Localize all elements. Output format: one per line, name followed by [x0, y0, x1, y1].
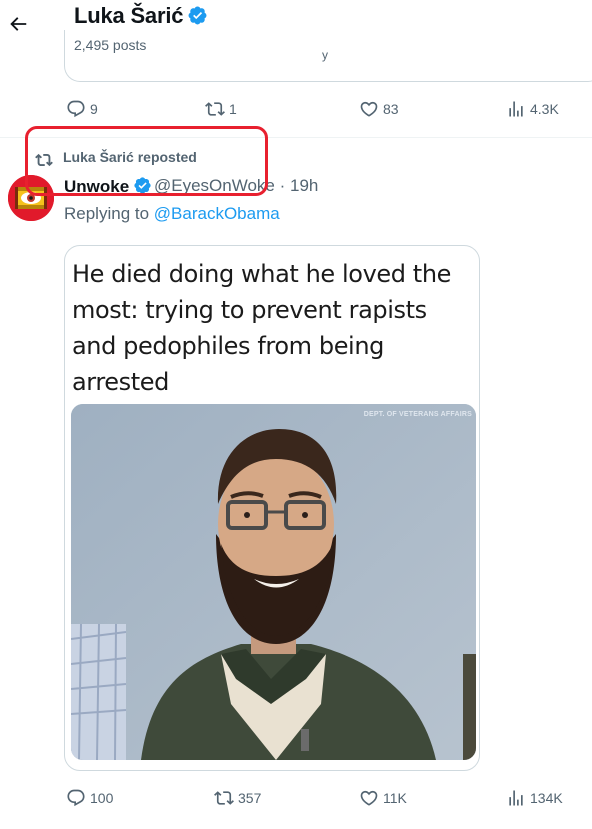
replying-to-handle-link[interactable]: @BarackObama	[154, 204, 280, 223]
reply-icon	[67, 100, 85, 118]
views-button[interactable]: 134K	[506, 788, 563, 808]
verified-badge-icon	[187, 5, 208, 32]
views-icon	[509, 101, 523, 117]
post-media[interactable]: He died doing what he loved the most: tr…	[64, 245, 480, 771]
views-button[interactable]: 4.3K	[506, 99, 559, 119]
quoted-post-text-fragment: y	[322, 48, 328, 62]
meme-caption: He died doing what he loved the most: tr…	[72, 260, 451, 396]
avatar[interactable]	[8, 175, 54, 221]
author-name-text: Unwoke	[64, 177, 130, 196]
post-photo[interactable]: DEPT. OF VETERANS AFFAIRS	[71, 404, 476, 760]
quoted-post-card[interactable]	[64, 30, 592, 82]
reply-count: 9	[90, 101, 98, 117]
repost-count: 1	[229, 101, 237, 117]
like-count: 83	[383, 101, 399, 117]
eye-logo-icon	[8, 175, 54, 221]
author-handle-time[interactable]: @EyesOnWoke · 19h	[154, 176, 318, 196]
photo-credit: DEPT. OF VETERANS AFFAIRS	[363, 411, 472, 418]
repost-button[interactable]: 1	[205, 99, 237, 119]
post-divider	[0, 137, 592, 138]
like-icon	[360, 790, 378, 806]
reply-button[interactable]: 9	[66, 99, 98, 119]
like-icon	[360, 101, 378, 117]
verified-badge-icon	[133, 176, 152, 200]
like-count: 11K	[383, 790, 407, 806]
replying-to-prefix: Replying to	[64, 204, 154, 223]
profile-name: Luka Šarić	[74, 3, 184, 28]
author-display-name[interactable]: Unwoke	[64, 176, 152, 200]
views-icon	[509, 790, 523, 806]
like-button[interactable]: 11K	[359, 788, 407, 808]
reply-button[interactable]: 100	[66, 788, 113, 808]
repost-icon	[214, 791, 234, 805]
like-button[interactable]: 83	[359, 99, 399, 119]
repost-icon	[205, 102, 225, 116]
repost-indicator-icon	[35, 151, 53, 174]
man-portrait-image	[71, 404, 476, 760]
replying-to: Replying to @BarackObama	[64, 204, 280, 224]
repost-button[interactable]: 357	[214, 788, 261, 808]
views-count: 134K	[530, 790, 563, 806]
reposted-by-label[interactable]: Luka Šarić reposted	[63, 149, 197, 165]
back-arrow-icon	[10, 17, 27, 31]
repost-count: 357	[238, 790, 262, 806]
reply-icon	[67, 789, 85, 807]
back-button[interactable]	[2, 8, 34, 40]
profile-title: Luka Šarić	[74, 3, 208, 32]
views-count: 4.3K	[530, 101, 559, 117]
reply-count: 100	[90, 790, 114, 806]
